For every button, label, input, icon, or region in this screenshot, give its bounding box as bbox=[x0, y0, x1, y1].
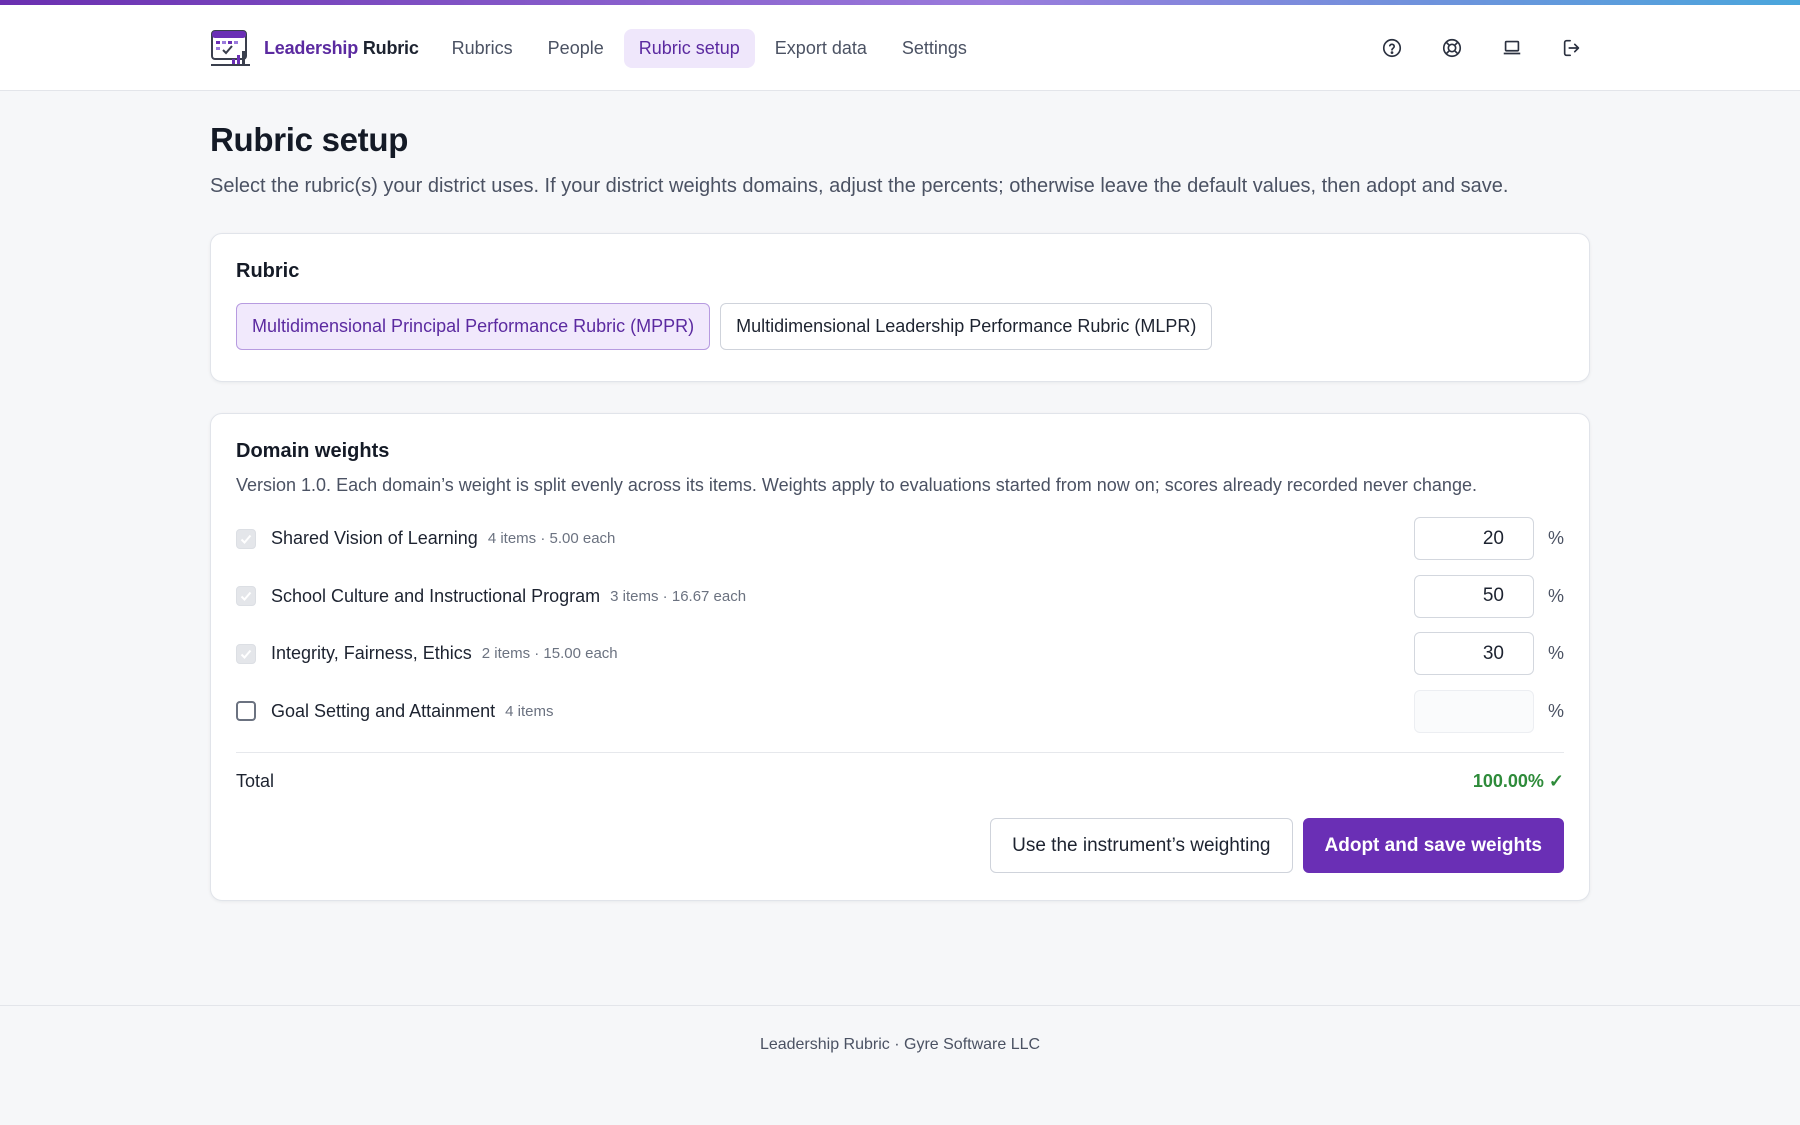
domain-weights-card: Domain weights Version 1.0. Each domain’… bbox=[210, 413, 1590, 901]
domain-weights-description: Version 1.0. Each domain’s weight is spl… bbox=[236, 475, 1477, 495]
domain-weights-title: Domain weights bbox=[236, 440, 390, 462]
percent-label: % bbox=[1547, 643, 1564, 664]
percent-label: % bbox=[1547, 700, 1564, 721]
domain-name: Goal Setting and Attainment bbox=[271, 700, 496, 721]
logout-icon[interactable] bbox=[1554, 30, 1590, 66]
check-icon bbox=[240, 649, 252, 659]
domain-weight-input[interactable] bbox=[1414, 517, 1534, 561]
form-actions: Use the instrument’s weighting Adopt and… bbox=[236, 818, 1564, 873]
domain-checkbox[interactable] bbox=[236, 528, 256, 549]
percent-label: % bbox=[1547, 585, 1564, 606]
nav-item-settings[interactable]: Settings bbox=[887, 29, 982, 68]
footer: Leadership Rubric · Gyre Software LLC bbox=[0, 1005, 1800, 1125]
domain-weight-input[interactable] bbox=[1414, 632, 1534, 676]
check-icon bbox=[240, 592, 252, 602]
rubric-option-mppr[interactable]: Multidimensional Principal Performance R… bbox=[236, 303, 711, 350]
brand-name: Leadership Rubric bbox=[264, 37, 419, 58]
rubric-options: Multidimensional Principal Performance R… bbox=[236, 303, 1564, 350]
divider bbox=[236, 752, 1564, 753]
domain-row: Shared Vision of Learning 4 items · 5.00… bbox=[236, 510, 1564, 568]
page-title: Rubric setup bbox=[210, 121, 409, 158]
header-actions bbox=[1350, 30, 1590, 66]
page-description: Select the rubric(s) your district uses.… bbox=[210, 175, 1509, 197]
use-instrument-weighting-button[interactable]: Use the instrument’s weighting bbox=[990, 818, 1293, 873]
nav-item-rubric-setup[interactable]: Rubric setup bbox=[623, 28, 755, 68]
domain-name: Shared Vision of Learning bbox=[271, 528, 478, 549]
domain-row: Integrity, Fairness, Ethics 2 items · 15… bbox=[236, 625, 1564, 683]
domain-weight-input[interactable] bbox=[1414, 574, 1534, 618]
domain-row: School Culture and Instructional Program… bbox=[236, 568, 1564, 626]
main-content: Rubric setup Select the rubric(s) your d… bbox=[210, 91, 1590, 901]
domain-meta: 3 items · 16.67 each bbox=[610, 587, 747, 605]
domain-checkbox[interactable] bbox=[236, 586, 256, 607]
domain-checkbox[interactable] bbox=[236, 643, 256, 664]
support-icon[interactable] bbox=[1434, 30, 1470, 66]
domain-row: Goal Setting and Attainment 4 items % bbox=[236, 683, 1564, 741]
help-icon[interactable] bbox=[1374, 30, 1410, 66]
check-icon bbox=[240, 534, 252, 544]
percent-label: % bbox=[1547, 528, 1564, 549]
domain-meta: 4 items bbox=[505, 702, 554, 720]
total-row: Total 100.00% ✓ bbox=[236, 771, 1564, 792]
domain-meta: 2 items · 15.00 each bbox=[481, 645, 618, 663]
nav-item-export-data[interactable]: Export data bbox=[760, 29, 882, 68]
domain-name: School Culture and Instructional Program bbox=[271, 585, 601, 606]
nav-item-rubrics[interactable]: Rubrics bbox=[437, 29, 528, 68]
rubric-card-title: Rubric bbox=[236, 260, 300, 282]
domain-list: Shared Vision of Learning 4 items · 5.00… bbox=[236, 510, 1564, 740]
adopt-and-save-button[interactable]: Adopt and save weights bbox=[1302, 818, 1564, 873]
rubric-chart-logo bbox=[211, 30, 250, 66]
main-nav: Rubrics People Rubric setup Export data … bbox=[437, 28, 987, 68]
footer-text: Leadership Rubric · Gyre Software LLC bbox=[759, 1036, 1041, 1053]
rubric-card: Rubric Multidimensional Principal Perfor… bbox=[210, 233, 1590, 382]
domain-name: Integrity, Fairness, Ethics bbox=[271, 643, 472, 664]
rubric-option-mlpr[interactable]: Multidimensional Leadership Performance … bbox=[720, 303, 1213, 350]
app-header: Leadership Rubric Rubrics People Rubric … bbox=[0, 5, 1800, 91]
total-value: 100.00% ✓ bbox=[1472, 771, 1564, 791]
domain-meta: 4 items · 5.00 each bbox=[487, 530, 616, 548]
brand[interactable]: Leadership Rubric bbox=[210, 28, 419, 68]
total-label: Total bbox=[236, 771, 275, 791]
domain-checkbox[interactable] bbox=[236, 701, 256, 722]
domain-weight-input[interactable] bbox=[1414, 689, 1534, 733]
nav-item-people[interactable]: People bbox=[533, 29, 619, 68]
laptop-icon[interactable] bbox=[1494, 30, 1530, 66]
